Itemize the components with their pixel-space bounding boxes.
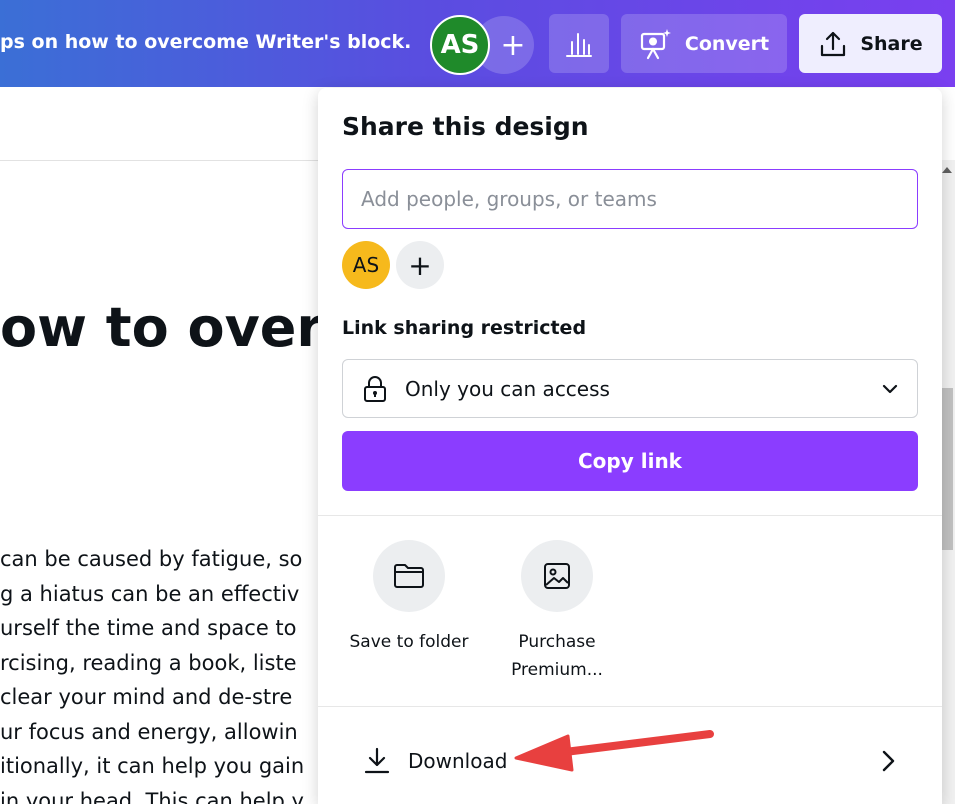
share-panel: Share this design AS + Link sharing rest… [318, 88, 942, 804]
lock-icon [364, 375, 386, 402]
convert-button[interactable]: Convert [621, 14, 787, 73]
bar-chart-icon [566, 32, 592, 57]
share-label: Share [860, 32, 923, 55]
document-line: clear your mind and de-stre [0, 685, 293, 709]
folder-icon [394, 564, 424, 588]
convert-label: Convert [684, 32, 770, 55]
canvas-divider [0, 160, 330, 161]
document-line: can be caused by fatigue, so [0, 547, 303, 571]
document-line: g a hiatus can be an effectiv [0, 581, 300, 606]
document-line: itionally, it can help you gain [0, 754, 305, 778]
panel-divider [318, 515, 942, 516]
purchase-premium-button[interactable] [521, 540, 593, 612]
download-icon [364, 747, 390, 774]
editor-header: ps on how to overcome Writer's block. + … [0, 0, 955, 87]
link-sharing-label: Link sharing restricted [342, 317, 587, 339]
save-to-folder-button[interactable] [373, 540, 445, 612]
document-line: in your head. This can help y [0, 788, 304, 804]
image-icon [544, 563, 570, 589]
add-people-input[interactable] [342, 169, 918, 229]
plus-icon: + [500, 27, 526, 63]
owner-avatar[interactable]: AS [342, 241, 390, 289]
copy-link-button[interactable]: Copy link [342, 431, 918, 491]
purchase-premium-action[interactable]: Purchase Premium... [487, 540, 627, 684]
document-body: can be caused by fatigue, so g a hiatus … [0, 542, 330, 804]
chevron-right-icon [882, 750, 895, 772]
save-to-folder-action[interactable]: Save to folder [339, 540, 479, 656]
document-line: ur focus and energy, allowin [0, 719, 298, 744]
chevron-down-icon [882, 384, 898, 393]
presentation-sparkle-icon [640, 28, 671, 59]
collaborator-avatar[interactable]: AS [430, 15, 490, 75]
purchase-premium-label: Purchase Premium... [511, 632, 603, 680]
save-to-folder-label: Save to folder [349, 632, 469, 652]
add-person-button[interactable]: + [396, 241, 444, 289]
scrollbar-thumb[interactable] [942, 388, 953, 550]
share-button[interactable]: Share [799, 14, 942, 73]
document-line: urself the time and space to [0, 616, 297, 640]
upload-icon [821, 31, 846, 56]
access-dropdown[interactable]: Only you can access [342, 359, 918, 418]
annotation-arrow-icon [514, 730, 714, 772]
insights-button[interactable] [549, 14, 609, 73]
plus-icon: + [408, 248, 432, 282]
access-value: Only you can access [405, 376, 610, 401]
share-panel-title: Share this design [342, 112, 589, 141]
document-line: rcising, reading a book, liste [0, 650, 297, 675]
document-title[interactable]: ps on how to overcome Writer's block. [0, 31, 411, 53]
scroll-up-arrow-icon[interactable] [942, 167, 952, 173]
document-heading: ow to over [0, 296, 324, 359]
panel-divider [318, 706, 942, 707]
